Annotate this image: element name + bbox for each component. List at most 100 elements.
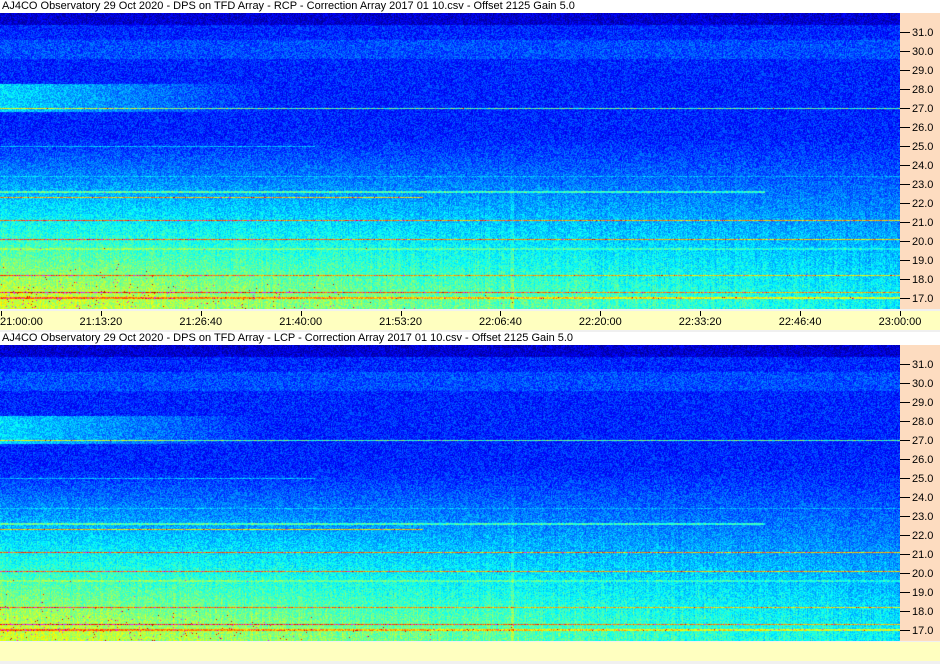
frequency-tick: 28.0 xyxy=(900,83,940,97)
tick-mark xyxy=(900,221,910,223)
tick-mark xyxy=(900,401,910,403)
time-tick-label: 21:13:20 xyxy=(79,316,123,328)
frequency-tick-label: 25.0 xyxy=(912,140,934,153)
frequency-tick-label: 18.0 xyxy=(912,605,934,618)
frequency-tick-label: 20.0 xyxy=(912,235,934,248)
frequency-tick: 29.0 xyxy=(900,396,940,410)
frequency-tick-label: 18.0 xyxy=(912,273,934,286)
frequency-tick-label: 30.0 xyxy=(912,45,934,58)
frequency-tick-label: 19.0 xyxy=(912,586,934,599)
time-tick-label: 21:00:00 xyxy=(0,316,43,328)
lcp-spectrogram xyxy=(0,345,900,641)
tick-mark xyxy=(900,278,910,280)
frequency-tick: 17.0 xyxy=(900,292,940,306)
frequency-tick-label: 30.0 xyxy=(912,377,934,390)
frequency-tick-label: 28.0 xyxy=(912,83,934,96)
frequency-tick: 17.0 xyxy=(900,624,940,638)
tick-mark xyxy=(900,88,910,90)
rcp-spectrogram xyxy=(0,13,900,309)
frequency-tick-label: 28.0 xyxy=(912,415,934,428)
frequency-tick: 18.0 xyxy=(900,605,940,619)
rcp-frequency-axis: 17.0 18.0 19.0 20.0 21.0 22.0 23.0 24.0 25.0 26.0… xyxy=(900,13,940,309)
tick-mark xyxy=(900,629,910,631)
frequency-tick-label: 20.0 xyxy=(912,567,934,580)
frequency-tick: 28.0 xyxy=(900,415,940,429)
tick-mark xyxy=(900,259,910,261)
time-tick-label: 22:46:40 xyxy=(778,316,822,328)
frequency-tick: 19.0 xyxy=(900,586,940,600)
tick-mark xyxy=(900,363,910,365)
tick-mark xyxy=(900,572,910,574)
time-tick-label: 21:53:20 xyxy=(379,316,422,328)
frequency-tick-label: 27.0 xyxy=(912,434,934,447)
frequency-tick: 23.0 xyxy=(900,178,940,192)
time-tick-label: 21:40:00 xyxy=(279,316,323,328)
tick-mark xyxy=(900,107,910,109)
frequency-tick: 27.0 xyxy=(900,102,940,116)
frequency-tick: 29.0 xyxy=(900,64,940,78)
tick-mark xyxy=(900,477,910,479)
frequency-tick: 22.0 xyxy=(900,529,940,543)
frequency-tick: 22.0 xyxy=(900,197,940,211)
tick-mark xyxy=(900,31,910,33)
tick-mark xyxy=(900,420,910,422)
frequency-tick-label: 26.0 xyxy=(912,121,934,134)
tick-mark xyxy=(900,69,910,71)
tick-mark xyxy=(900,534,910,536)
frequency-tick: 25.0 xyxy=(900,140,940,154)
frequency-tick-label: 17.0 xyxy=(912,624,934,637)
frequency-tick-label: 25.0 xyxy=(912,472,934,485)
frequency-tick: 30.0 xyxy=(900,45,940,59)
lcp-panel-title: AJ4CO Observatory 29 Oct 2020 - DPS on T… xyxy=(0,332,940,345)
rcp-panel-title: AJ4CO Observatory 29 Oct 2020 - DPS on T… xyxy=(0,0,940,13)
time-tick-label: 22:06:40 xyxy=(479,316,522,328)
tick-mark xyxy=(900,610,910,612)
frequency-tick: 24.0 xyxy=(900,491,940,505)
tick-mark xyxy=(900,553,910,555)
frequency-tick: 31.0 xyxy=(900,358,940,372)
frequency-tick: 21.0 xyxy=(900,216,940,230)
frequency-tick-label: 24.0 xyxy=(912,491,934,504)
frequency-tick-label: 22.0 xyxy=(912,197,934,210)
tick-mark xyxy=(900,458,910,460)
frequency-tick-label: 31.0 xyxy=(912,358,934,371)
frequency-tick-label: 23.0 xyxy=(912,510,934,523)
frequency-tick: 18.0 xyxy=(900,273,940,287)
tick-mark xyxy=(900,515,910,517)
frequency-tick-label: 21.0 xyxy=(912,216,934,229)
tick-mark xyxy=(900,240,910,242)
frequency-tick-label: 19.0 xyxy=(912,254,934,267)
frequency-tick-label: 29.0 xyxy=(912,396,934,409)
frequency-tick-label: 27.0 xyxy=(912,102,934,115)
lcp-frequency-axis: 17.0 18.0 19.0 20.0 21.0 22.0 23.0 24.0 25.0 26.0… xyxy=(900,345,940,641)
frequency-tick: 26.0 xyxy=(900,453,940,467)
frequency-tick-label: 22.0 xyxy=(912,529,934,542)
frequency-tick: 21.0 xyxy=(900,548,940,562)
lcp-time-axis xyxy=(0,642,940,661)
tick-mark xyxy=(900,439,910,441)
tick-mark xyxy=(900,164,910,166)
time-tick-label: 23:00:00 xyxy=(878,316,922,328)
frequency-tick: 20.0 xyxy=(900,567,940,581)
frequency-tick: 19.0 xyxy=(900,254,940,268)
frequency-tick: 20.0 xyxy=(900,235,940,249)
frequency-tick-label: 26.0 xyxy=(912,453,934,466)
frequency-tick: 23.0 xyxy=(900,510,940,524)
frequency-tick: 31.0 xyxy=(900,26,940,40)
time-tick-label: 22:33:20 xyxy=(678,316,722,328)
frequency-tick-label: 21.0 xyxy=(912,548,934,561)
time-axis: 21:00:00 21:13:20 21:26:40 21:40:00 21:53:20… xyxy=(0,311,940,330)
frequency-tick-label: 23.0 xyxy=(912,178,934,191)
tick-mark xyxy=(900,297,910,299)
tick-mark xyxy=(900,50,910,52)
tick-mark xyxy=(900,126,910,128)
time-tick-label: 22:20:00 xyxy=(578,316,622,328)
frequency-tick: 24.0 xyxy=(900,159,940,173)
frequency-tick: 27.0 xyxy=(900,434,940,448)
tick-mark xyxy=(900,382,910,384)
tick-mark xyxy=(900,183,910,185)
frequency-tick: 30.0 xyxy=(900,377,940,391)
tick-mark xyxy=(900,496,910,498)
frequency-tick: 25.0 xyxy=(900,472,940,486)
frequency-tick-label: 29.0 xyxy=(912,64,934,77)
